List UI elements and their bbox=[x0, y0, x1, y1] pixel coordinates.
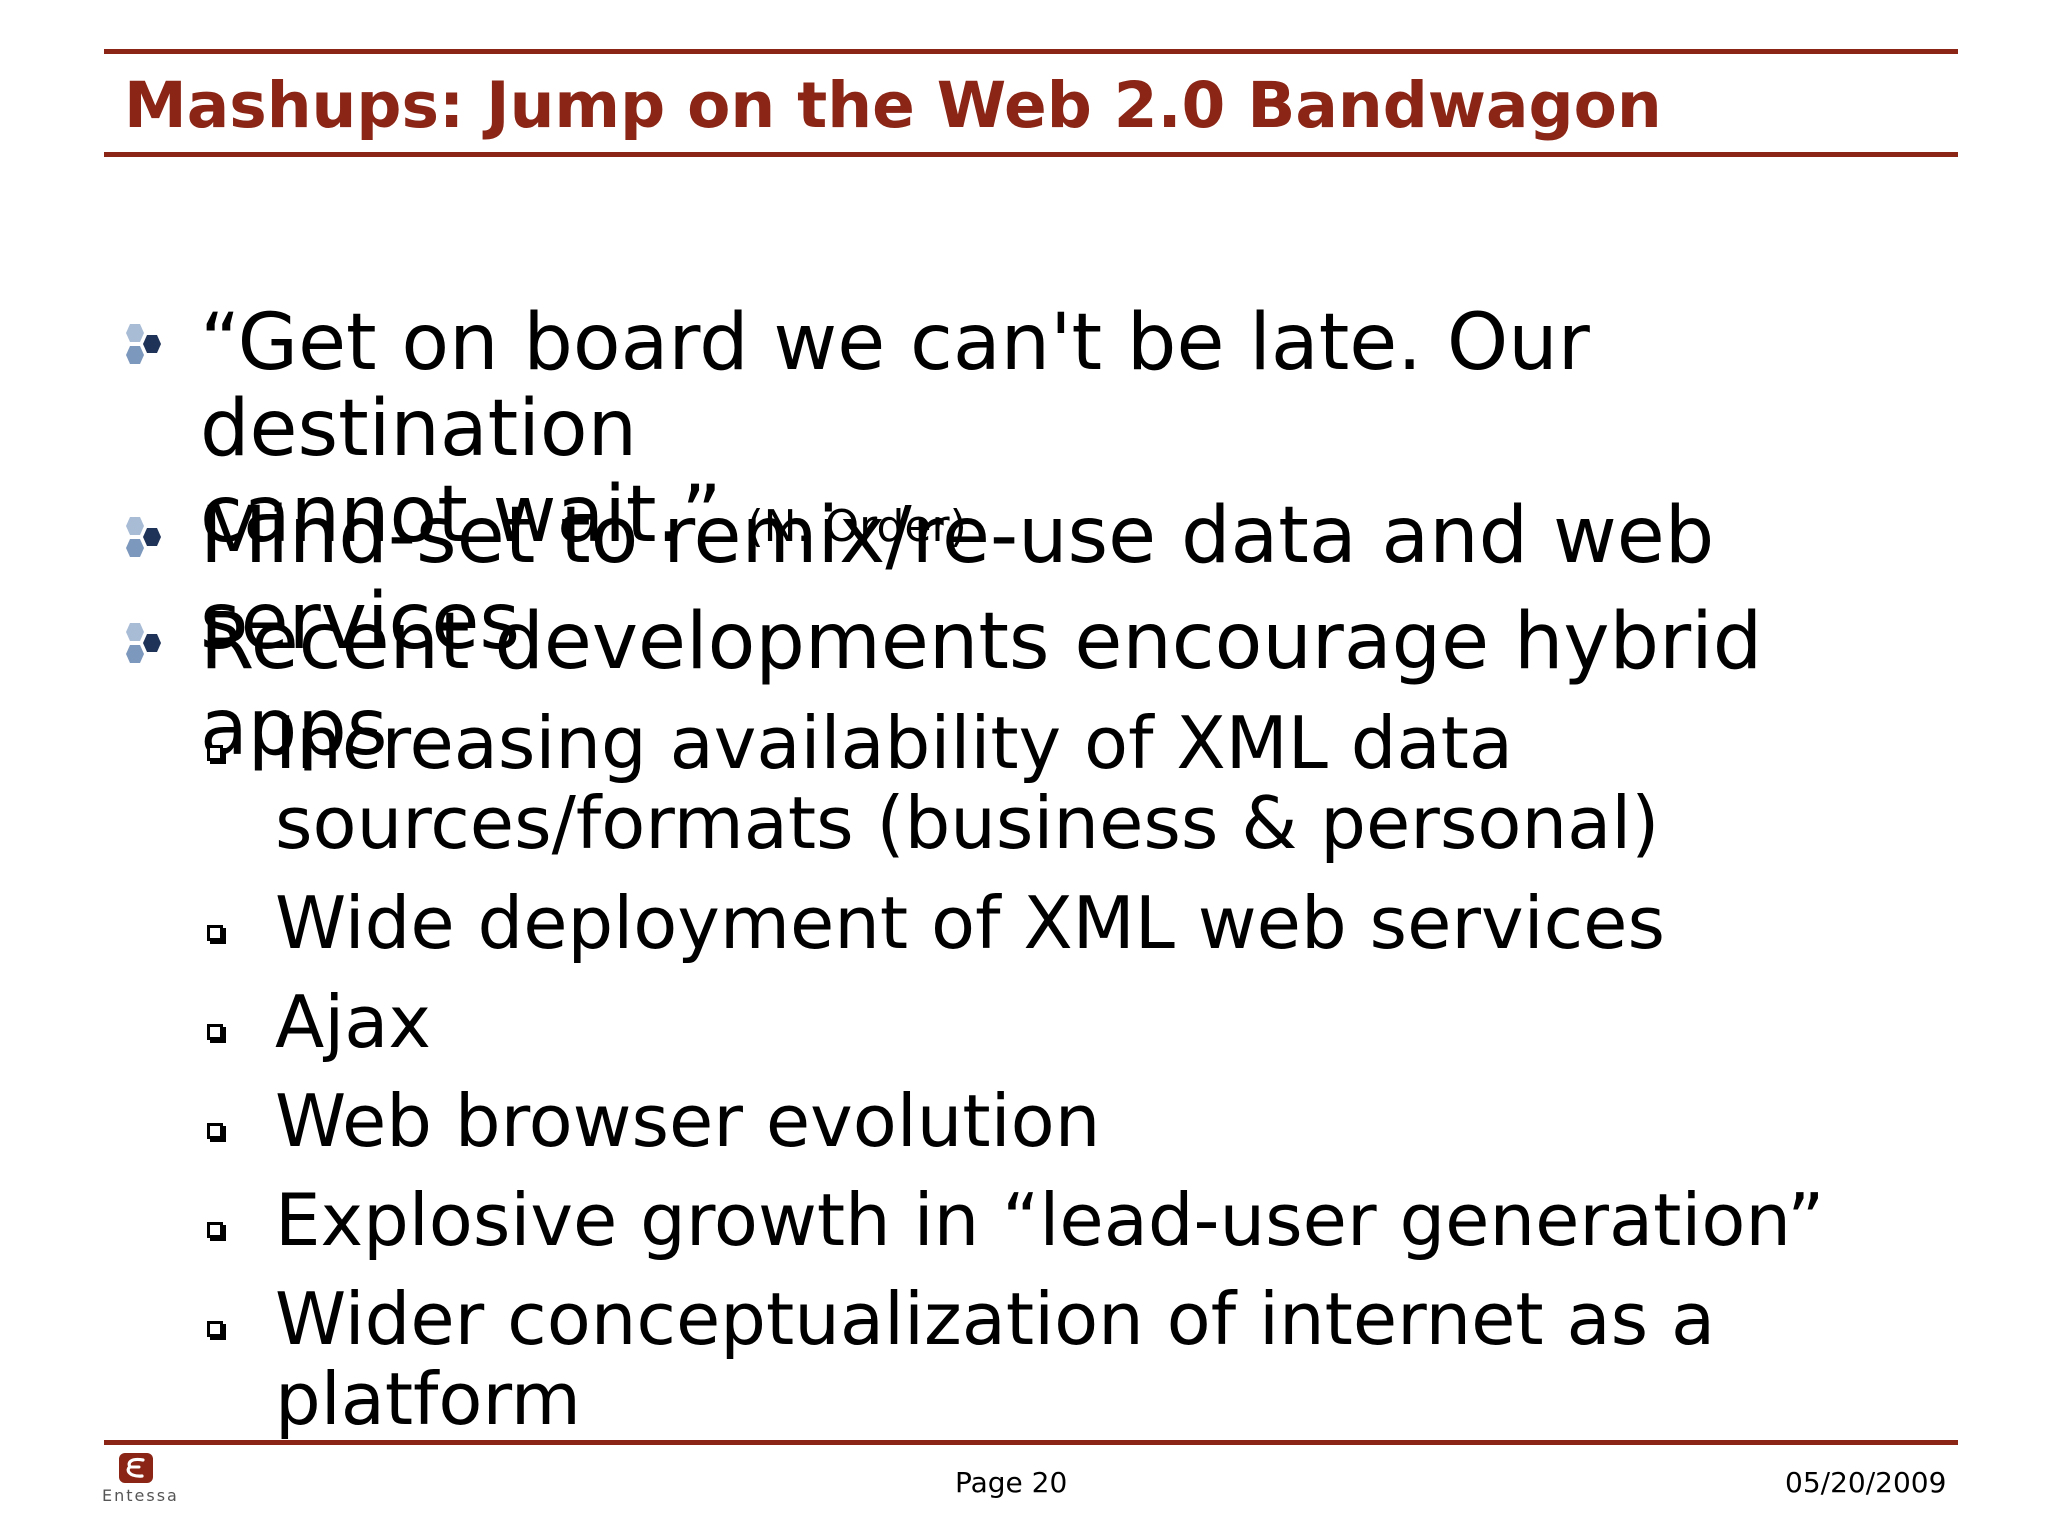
checkbox-bullet-icon bbox=[207, 1222, 223, 1238]
sub-bullet-text: Explosive growth in “lead-user generatio… bbox=[275, 1178, 1825, 1262]
checkbox-bullet-icon bbox=[207, 1123, 223, 1139]
checkbox-bullet-icon bbox=[207, 1321, 223, 1337]
logo-text: Entessa bbox=[102, 1486, 179, 1505]
entessa-logo-icon bbox=[119, 1453, 153, 1483]
sub-bullet-text-continued: sources/formats (business & personal) bbox=[275, 781, 1660, 865]
checkbox-bullet-icon bbox=[207, 1024, 223, 1040]
page-number: Page 20 bbox=[955, 1466, 1068, 1499]
title-top-rule bbox=[104, 49, 1958, 54]
sub-bullet-item: Web browser evolution bbox=[207, 1079, 1955, 1163]
hexagon-bullet-icon bbox=[126, 324, 161, 364]
company-logo: Entessa bbox=[102, 1452, 182, 1508]
hexagon-bullet-icon bbox=[126, 517, 161, 557]
sub-bullet-item: Wide deployment of XML web services bbox=[207, 881, 1955, 965]
sub-bullet-item: Ajax bbox=[207, 980, 1955, 1064]
slide-date: 05/20/2009 bbox=[1785, 1466, 1947, 1499]
sub-bullet-text: Ajax bbox=[275, 980, 431, 1064]
sub-bullet-text: Wide deployment of XML web services bbox=[275, 881, 1665, 965]
hexagon-bullet-icon bbox=[126, 623, 161, 663]
checkbox-bullet-icon bbox=[207, 745, 223, 761]
bullet-text: “Get on board we can't be late. Our dest… bbox=[200, 298, 1590, 474]
checkbox-bullet-icon bbox=[207, 925, 223, 941]
sub-bullet-item: Explosive growth in “lead-user generatio… bbox=[207, 1178, 1955, 1262]
sub-bullet-item: Increasing availability of XML data sour… bbox=[207, 701, 1955, 865]
sub-bullet-text: Increasing availability of XML data bbox=[275, 701, 1513, 785]
title-bottom-rule bbox=[104, 152, 1958, 157]
sub-bullet-text: Wider conceptualization of internet as a… bbox=[275, 1277, 1716, 1441]
footer-rule bbox=[104, 1440, 1958, 1445]
sub-bullet-item: Wider conceptualization of internet as a… bbox=[207, 1277, 1955, 1441]
sub-bullet-text: Web browser evolution bbox=[275, 1079, 1101, 1163]
slide-title: Mashups: Jump on the Web 2.0 Bandwagon bbox=[124, 69, 1662, 142]
